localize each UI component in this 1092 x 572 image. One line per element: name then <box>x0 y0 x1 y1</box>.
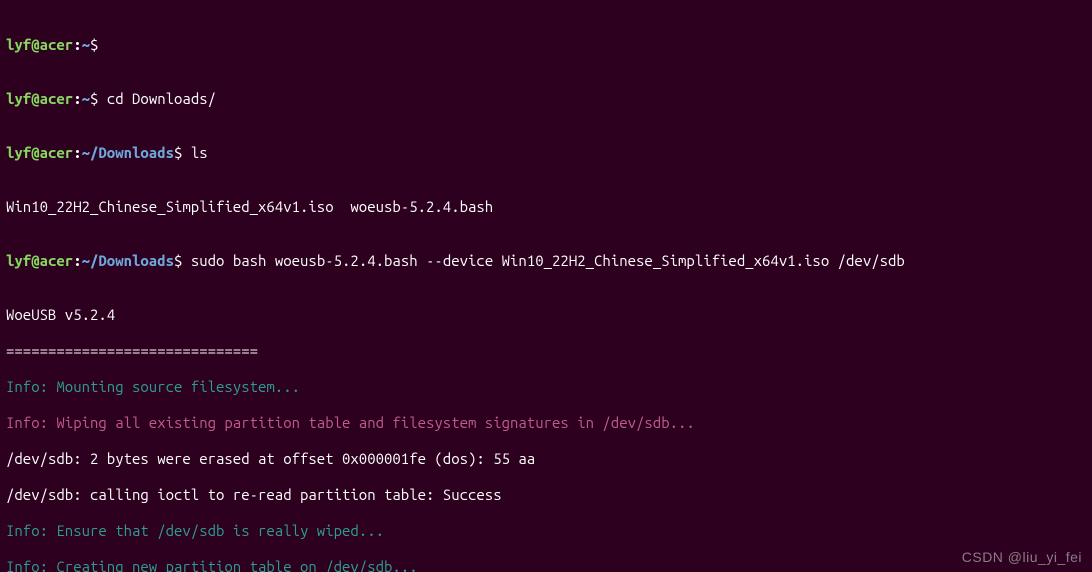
prompt-colon: : <box>73 144 81 161</box>
prompt-path: ~ <box>82 36 90 53</box>
info-wipe: Info: Wiping all existing partition tabl… <box>6 414 1086 432</box>
prompt-line-3: lyf@acer:~/Downloads$ sudo bash woeusb-5… <box>6 252 1086 270</box>
out-erase: /dev/sdb: 2 bytes were erased at offset … <box>6 450 1086 468</box>
prompt-sigil: $ <box>174 252 191 269</box>
prompt-colon: : <box>73 252 81 269</box>
prompt-user: lyf@acer <box>6 90 73 107</box>
info-mount-src: Info: Mounting source filesystem... <box>6 378 1086 396</box>
prompt-user: lyf@acer <box>6 252 73 269</box>
ls-output: Win10_22H2_Chinese_Simplified_x64v1.iso … <box>6 198 1086 216</box>
terminal[interactable]: lyf@acer:~$ lyf@acer:~$ cd Downloads/ ly… <box>0 0 1092 572</box>
prompt-path: ~/Downloads <box>82 252 174 269</box>
prompt-user: lyf@acer <box>6 144 73 161</box>
banner-sep: ============================== <box>6 342 1086 360</box>
cmd-ls: ls <box>191 144 208 161</box>
info-newpt: Info: Creating new partition table on /d… <box>6 558 1086 572</box>
prompt-line-1: lyf@acer:~$ cd Downloads/ <box>6 90 1086 108</box>
prompt-line-0: lyf@acer:~$ <box>6 36 1086 54</box>
cmd-sudo: sudo bash woeusb-5.2.4.bash --device Win… <box>191 252 905 269</box>
prompt-user: lyf@acer <box>6 36 73 53</box>
prompt-sigil: $ <box>174 144 191 161</box>
cmd-cd: cd Downloads/ <box>107 90 216 107</box>
prompt-path: ~ <box>82 90 90 107</box>
watermark: CSDN @liu_yi_fei <box>962 548 1082 566</box>
banner-version: WoeUSB v5.2.4 <box>6 306 1086 324</box>
prompt-colon: : <box>73 36 81 53</box>
prompt-path: ~/Downloads <box>82 144 174 161</box>
prompt-sigil: $ <box>90 90 107 107</box>
prompt-line-2: lyf@acer:~/Downloads$ ls <box>6 144 1086 162</box>
prompt-sigil: $ <box>90 36 107 53</box>
prompt-colon: : <box>73 90 81 107</box>
out-ioctl: /dev/sdb: calling ioctl to re-read parti… <box>6 486 1086 504</box>
info-ensure: Info: Ensure that /dev/sdb is really wip… <box>6 522 1086 540</box>
